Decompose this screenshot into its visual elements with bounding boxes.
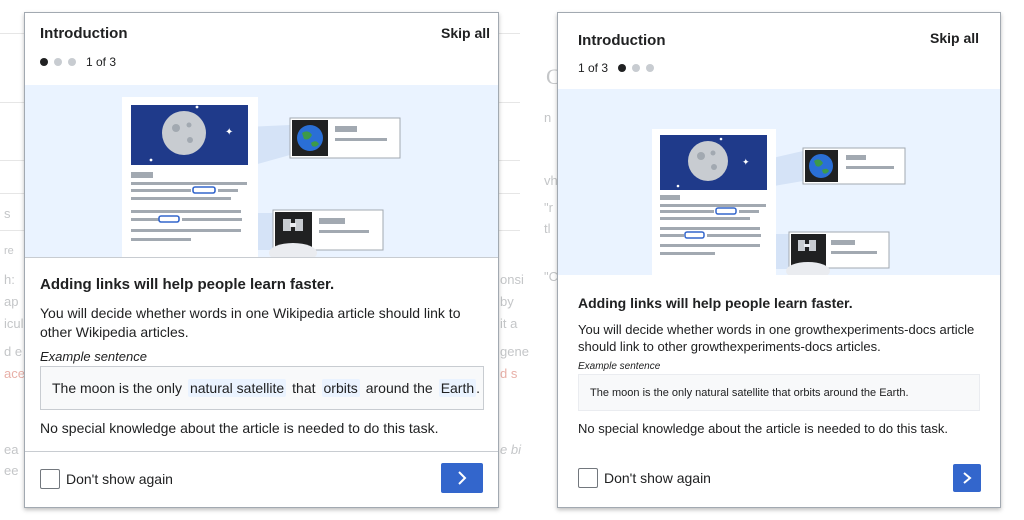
bg-text-fragment: s (4, 206, 11, 221)
bg-text-fragment: d s (500, 366, 518, 381)
example-text: The moon is the only natural satellite t… (590, 386, 909, 399)
example-text: The moon is the only (52, 380, 182, 396)
example-sentence-box: The moon is the only natural satellite t… (578, 374, 980, 411)
skip-all-button[interactable]: Skip all (930, 30, 979, 46)
page-dot (632, 64, 641, 72)
bg-text-fragment: onsi (500, 272, 524, 287)
bg-text-fragment: it a (500, 316, 518, 331)
dont-show-again-checkbox[interactable]: Don't show again (40, 469, 173, 489)
article-illustration: ✦ (122, 97, 401, 257)
page-count: 1 of 3 (578, 61, 609, 75)
pagination-indicator: 1 of 3 (578, 61, 655, 75)
pagination-indicator: 1 of 3 (40, 55, 116, 69)
intro-description: You will decide whether words in one Wik… (40, 305, 461, 340)
checkbox-label: Don't show again (66, 471, 173, 487)
example-link-natural-satellite: natural satellite (187, 379, 287, 397)
intro-heading: Adding links will help people learn fast… (578, 295, 853, 311)
example-link-earth: Earth (438, 379, 477, 397)
example-text: . (476, 380, 481, 396)
intro-heading: Adding links will help people learn fast… (40, 276, 335, 293)
example-sentence-box: The moon is the only natural satellite t… (40, 366, 484, 410)
skip-all-button[interactable]: Skip all (441, 25, 490, 41)
svg-text:✦: ✦ (225, 127, 233, 138)
divider (25, 257, 498, 258)
example-text: around the (365, 380, 433, 396)
intro-note: No special knowledge about the article i… (40, 420, 439, 436)
bg-text-fragment: icul (4, 316, 24, 331)
example-label: Example sentence (40, 349, 147, 364)
bg-text-fragment: ace (4, 366, 25, 381)
bg-text-fragment: n (544, 110, 552, 125)
intro-illustration: ✦ (558, 89, 1000, 275)
checkbox[interactable] (40, 469, 60, 489)
dialog-title: Introduction (578, 32, 666, 49)
bg-text-fragment: d e (4, 344, 23, 359)
bg-text-fragment: "C (544, 269, 559, 284)
intro-illustration: ✦ (25, 85, 498, 257)
dialog-title: Introduction (40, 25, 128, 42)
example-text: that (292, 380, 316, 396)
bg-text-fragment: h: (4, 272, 15, 287)
chevron-right-icon (458, 471, 467, 485)
next-button[interactable] (953, 464, 981, 492)
bg-text-fragment: gene (500, 344, 529, 359)
chevron-right-icon (963, 472, 972, 484)
bg-text-fragment: re (4, 245, 14, 257)
bg-text-fragment: ea (4, 442, 19, 457)
onboarding-dialog-growthexperiments: Introduction Skip all 1 of 3 ✦ Adding li… (557, 12, 1001, 508)
example-label: Example sentence (578, 361, 661, 372)
page-dot (68, 58, 76, 66)
bg-text-fragment: "r (544, 200, 553, 215)
divider (25, 451, 498, 452)
page-dot-active (40, 58, 48, 66)
bg-text-fragment: ap (4, 294, 19, 309)
page-count: 1 of 3 (86, 55, 117, 69)
checkbox[interactable] (578, 468, 598, 488)
page-dot-active (618, 64, 627, 72)
next-button[interactable] (441, 463, 483, 493)
example-link-orbits: orbits (321, 379, 360, 397)
page-dot (54, 58, 62, 66)
intro-note: No special knowledge about the article i… (578, 421, 949, 436)
dont-show-again-checkbox[interactable]: Don't show again (578, 468, 711, 488)
svg-text:✦: ✦ (742, 158, 750, 168)
checkbox-label: Don't show again (604, 470, 711, 486)
intro-description: You will decide whether words in one gro… (578, 322, 975, 354)
article-illustration: ✦ (652, 129, 906, 275)
bg-text-fragment: e bi (500, 442, 521, 457)
onboarding-dialog-wikipedia: Introduction Skip all 1 of 3 ✦ Adding li… (24, 12, 499, 508)
bg-text-fragment: tl (544, 221, 551, 236)
bg-text-fragment: vh (544, 173, 558, 188)
page-dot (646, 64, 655, 72)
bg-text-fragment: by (500, 294, 514, 309)
bg-text-fragment: ee (4, 463, 19, 478)
